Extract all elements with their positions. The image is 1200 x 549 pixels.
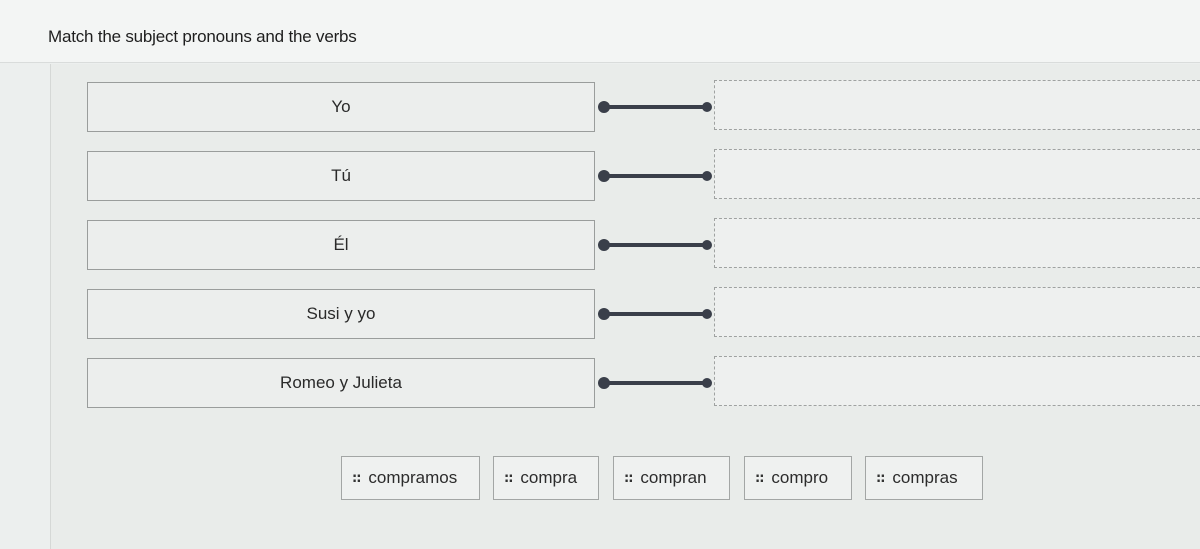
answer-drop-zone[interactable] (714, 218, 1200, 268)
chip-label: compran (640, 468, 707, 487)
answer-chip-compra[interactable]: :: compra (493, 456, 599, 500)
connector-start-dot (598, 101, 610, 113)
match-connector[interactable] (598, 238, 712, 252)
connector-start-dot (598, 308, 610, 320)
match-connector[interactable] (598, 169, 712, 183)
prompt-label: Romeo y Julieta (280, 373, 402, 392)
drag-handle-icon: :: (624, 470, 633, 486)
prompt-box-susi-y-yo: Susi y yo (87, 289, 595, 339)
prompt-label: Él (333, 235, 349, 254)
prompt-label: Tú (331, 166, 351, 185)
connector-end-dot (702, 240, 712, 250)
question-instruction: Match the subject pronouns and the verbs (48, 27, 357, 46)
drag-handle-icon: :: (755, 470, 764, 486)
prompt-box-romeo-y-julieta: Romeo y Julieta (87, 358, 595, 408)
drag-handle-icon: :: (504, 470, 513, 486)
answer-drop-zone[interactable] (714, 149, 1200, 199)
drag-handle-icon: :: (352, 470, 361, 486)
prompt-label: Susi y yo (306, 304, 376, 323)
prompt-box-el: Él (87, 220, 595, 270)
chip-label: compra (520, 468, 578, 487)
drag-handle-icon: :: (876, 470, 885, 486)
chip-label: compramos (368, 468, 458, 487)
connector-end-dot (702, 102, 712, 112)
answer-drop-zone[interactable] (714, 356, 1200, 406)
connector-end-dot (702, 378, 712, 388)
answer-drop-zone[interactable] (714, 80, 1200, 130)
match-connector[interactable] (598, 376, 712, 390)
chip-label: compro (771, 468, 829, 487)
connector-end-dot (702, 309, 712, 319)
connector-line (602, 381, 706, 385)
chip-label: compras (892, 468, 958, 487)
prompt-box-tu: Tú (87, 151, 595, 201)
match-connector[interactable] (598, 100, 712, 114)
connector-start-dot (598, 239, 610, 251)
connector-line (602, 312, 706, 316)
match-connector[interactable] (598, 307, 712, 321)
prompt-label: Yo (331, 97, 351, 116)
answer-chip-compras[interactable]: :: compras (865, 456, 983, 500)
connector-line (602, 174, 706, 178)
answer-chip-compro[interactable]: :: compro (744, 456, 852, 500)
answer-chip-compramos[interactable]: :: compramos (341, 456, 480, 500)
prompt-box-yo: Yo (87, 82, 595, 132)
answer-chip-compran[interactable]: :: compran (613, 456, 730, 500)
connector-line (602, 243, 706, 247)
connector-line (602, 105, 706, 109)
answer-drop-zone[interactable] (714, 287, 1200, 337)
connector-start-dot (598, 377, 610, 389)
connector-start-dot (598, 170, 610, 182)
connector-end-dot (702, 171, 712, 181)
